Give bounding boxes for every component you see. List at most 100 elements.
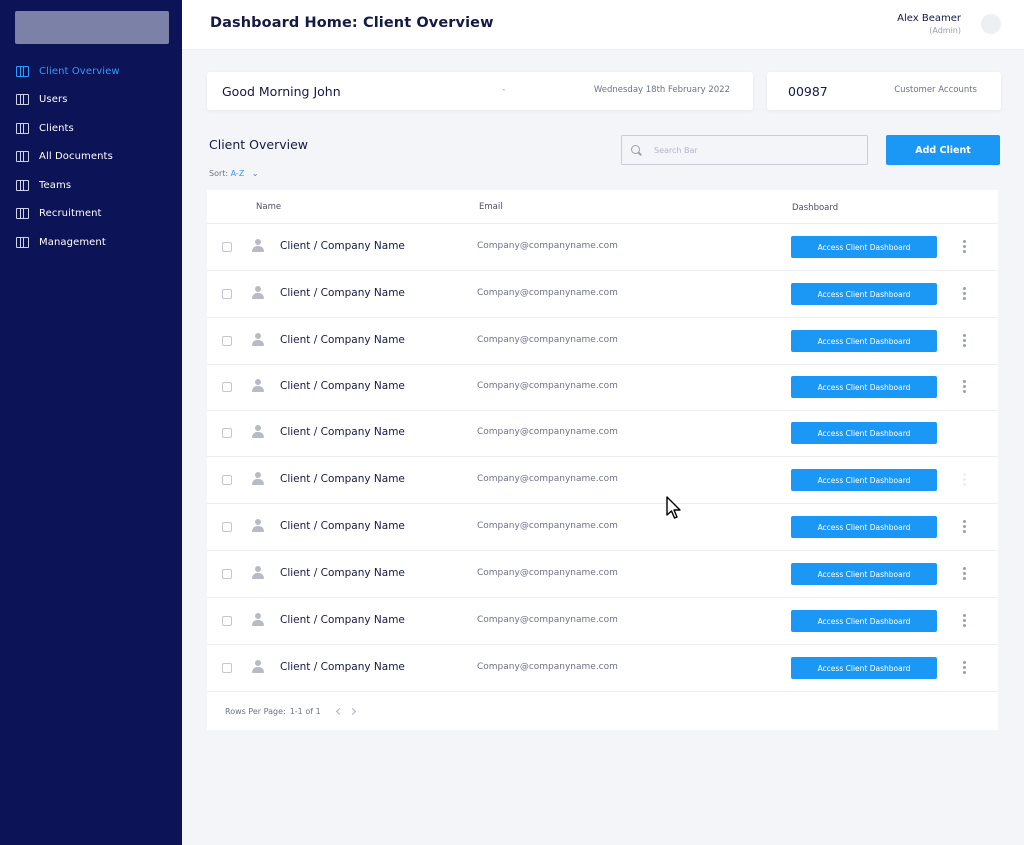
sidebar-item-label: Recruitment — [39, 208, 102, 220]
person-icon — [252, 425, 264, 439]
person-icon — [252, 660, 264, 674]
more-vertical-icon[interactable] — [959, 426, 969, 440]
row-checkbox[interactable] — [222, 616, 232, 626]
client-email: Company@companyname.com — [477, 521, 618, 531]
sidebar-item-recruitment[interactable]: Recruitment — [0, 200, 182, 229]
greeting-date: Wednesday 18th February 2022 — [593, 85, 730, 95]
client-email: Company@companyname.com — [477, 662, 618, 672]
user-name[interactable]: Alex Beamer — [897, 13, 961, 24]
chevron-left-icon[interactable] — [334, 706, 344, 718]
greeting-separator: - — [502, 85, 506, 95]
avatar[interactable] — [981, 14, 1001, 34]
more-vertical-icon[interactable] — [959, 380, 969, 394]
greeting-text: Good Morning John — [222, 84, 341, 99]
client-email: Company@companyname.com — [477, 427, 618, 437]
sidebar-item-all-documents[interactable]: All Documents — [0, 143, 182, 172]
sidebar-item-management[interactable]: Management — [0, 228, 182, 257]
more-vertical-icon[interactable] — [959, 661, 969, 675]
column-header-email[interactable]: Email — [479, 202, 503, 212]
more-vertical-icon[interactable] — [959, 334, 969, 348]
table-row: Client / Company Name Company@companynam… — [207, 364, 998, 411]
chevron-down-icon[interactable]: ⌄ — [252, 169, 259, 178]
table-icon — [16, 65, 29, 77]
top-header: Dashboard Home: Client Overview Alex Bea… — [182, 0, 1024, 50]
table-row: Client / Company Name Company@companynam… — [207, 598, 998, 645]
client-email: Company@companyname.com — [477, 241, 618, 251]
person-icon — [252, 472, 264, 486]
client-name: Client / Company Name — [280, 614, 405, 626]
sidebar-item-client-overview[interactable]: Client Overview — [0, 57, 182, 86]
sidebar-item-label: Users — [39, 94, 68, 106]
access-client-dashboard-button[interactable]: Access Client Dashboard — [791, 236, 937, 258]
more-vertical-icon[interactable] — [959, 614, 969, 628]
search-icon — [631, 144, 642, 156]
logo-placeholder[interactable] — [15, 11, 169, 44]
more-vertical-icon[interactable] — [959, 567, 969, 581]
add-client-button[interactable]: Add Client — [886, 135, 1000, 165]
row-checkbox[interactable] — [222, 663, 232, 673]
client-name: Client / Company Name — [280, 287, 405, 299]
access-client-dashboard-button[interactable]: Access Client Dashboard — [791, 330, 937, 352]
row-checkbox[interactable] — [222, 475, 232, 485]
section-title: Client Overview — [209, 137, 309, 152]
sidebar-item-label: Clients — [39, 122, 74, 134]
page-title: Dashboard Home: Client Overview — [210, 15, 494, 31]
sidebar-item-clients[interactable]: Clients — [0, 114, 182, 143]
access-client-dashboard-button[interactable]: Access Client Dashboard — [791, 657, 937, 679]
column-header-dashboard: Dashboard — [792, 203, 839, 213]
search-input[interactable] — [654, 145, 854, 155]
access-client-dashboard-button[interactable]: Access Client Dashboard — [791, 422, 937, 444]
client-table: Name Email Dashboard Client / Company Na… — [207, 190, 998, 730]
access-client-dashboard-button[interactable]: Access Client Dashboard — [791, 516, 937, 538]
access-client-dashboard-button[interactable]: Access Client Dashboard — [791, 563, 937, 585]
client-email: Company@companyname.com — [477, 615, 618, 625]
user-role: (Admin) — [929, 26, 961, 35]
person-icon — [252, 613, 264, 627]
row-checkbox[interactable] — [222, 569, 232, 579]
person-icon — [252, 333, 264, 347]
sidebar-item-label: All Documents — [39, 151, 113, 163]
person-icon — [252, 379, 264, 393]
search-bar[interactable] — [621, 135, 868, 165]
more-vertical-icon[interactable] — [959, 287, 969, 301]
sidebar: Client Overview Users Clients All Docume… — [0, 0, 182, 845]
accounts-label: Customer Accounts — [894, 85, 977, 95]
row-checkbox[interactable] — [222, 382, 232, 392]
rows-per-page-value[interactable]: 1-1 of 1 — [290, 707, 321, 716]
more-vertical-icon[interactable] — [959, 520, 969, 534]
access-client-dashboard-button[interactable]: Access Client Dashboard — [791, 283, 937, 305]
access-client-dashboard-button[interactable]: Access Client Dashboard — [791, 376, 937, 398]
sort-value[interactable]: A-Z — [231, 169, 245, 178]
greeting-card: Good Morning John - Wednesday 18th Febru… — [207, 72, 753, 110]
sort-control[interactable]: Sort: A-Z ⌄ — [209, 169, 259, 178]
more-vertical-icon[interactable] — [959, 473, 969, 487]
person-icon — [252, 566, 264, 580]
sidebar-item-teams[interactable]: Teams — [0, 171, 182, 200]
accounts-card: 00987 Customer Accounts — [767, 72, 1001, 110]
table-row: Client / Company Name Company@companynam… — [207, 551, 998, 598]
table-row: Client / Company Name Company@companynam… — [207, 457, 998, 504]
sidebar-item-label: Client Overview — [39, 65, 120, 77]
row-checkbox[interactable] — [222, 522, 232, 532]
row-checkbox[interactable] — [222, 428, 232, 438]
client-email: Company@companyname.com — [477, 568, 618, 578]
table-row: Client / Company Name Company@companynam… — [207, 224, 998, 271]
table-icon — [16, 179, 29, 191]
client-name: Client / Company Name — [280, 661, 405, 673]
person-icon — [252, 519, 264, 533]
row-checkbox[interactable] — [222, 289, 232, 299]
column-header-name[interactable]: Name — [256, 202, 281, 212]
sort-label: Sort: — [209, 169, 229, 178]
sidebar-item-users[interactable]: Users — [0, 86, 182, 115]
person-icon — [252, 239, 264, 253]
sidebar-item-label: Teams — [39, 179, 72, 191]
row-checkbox[interactable] — [222, 336, 232, 346]
client-name: Client / Company Name — [280, 473, 405, 485]
chevron-right-icon[interactable] — [349, 706, 359, 718]
more-vertical-icon[interactable] — [959, 240, 969, 254]
access-client-dashboard-button[interactable]: Access Client Dashboard — [791, 610, 937, 632]
row-checkbox[interactable] — [222, 242, 232, 252]
client-email: Company@companyname.com — [477, 335, 618, 345]
access-client-dashboard-button[interactable]: Access Client Dashboard — [791, 469, 937, 491]
accounts-count: 00987 — [788, 84, 828, 99]
